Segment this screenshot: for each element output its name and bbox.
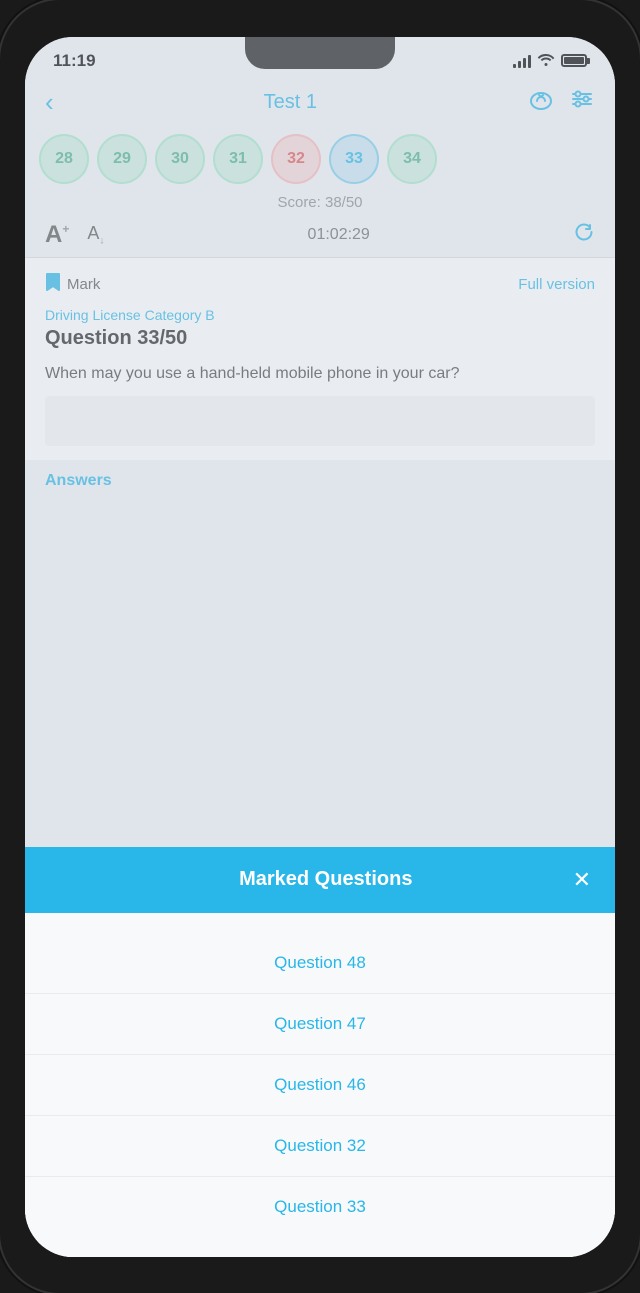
phone-frame: 11:19 <box>0 0 640 1293</box>
marked-questions-modal: Marked Questions ✕ Question 48 Question … <box>25 847 615 1257</box>
modal-close-button[interactable]: ✕ <box>573 867 591 893</box>
marked-item-32[interactable]: Question 32 <box>25 1116 615 1177</box>
modal-header: Marked Questions ✕ <box>25 847 615 913</box>
phone-screen: 11:19 <box>25 37 615 1257</box>
marked-item-48[interactable]: Question 48 <box>25 933 615 994</box>
marked-item-47[interactable]: Question 47 <box>25 994 615 1055</box>
modal-body: Question 48 Question 47 Question 46 Ques… <box>25 913 615 1257</box>
marked-item-46[interactable]: Question 46 <box>25 1055 615 1116</box>
marked-item-33[interactable]: Question 33 <box>25 1177 615 1237</box>
modal-title: Marked Questions <box>79 868 573 891</box>
